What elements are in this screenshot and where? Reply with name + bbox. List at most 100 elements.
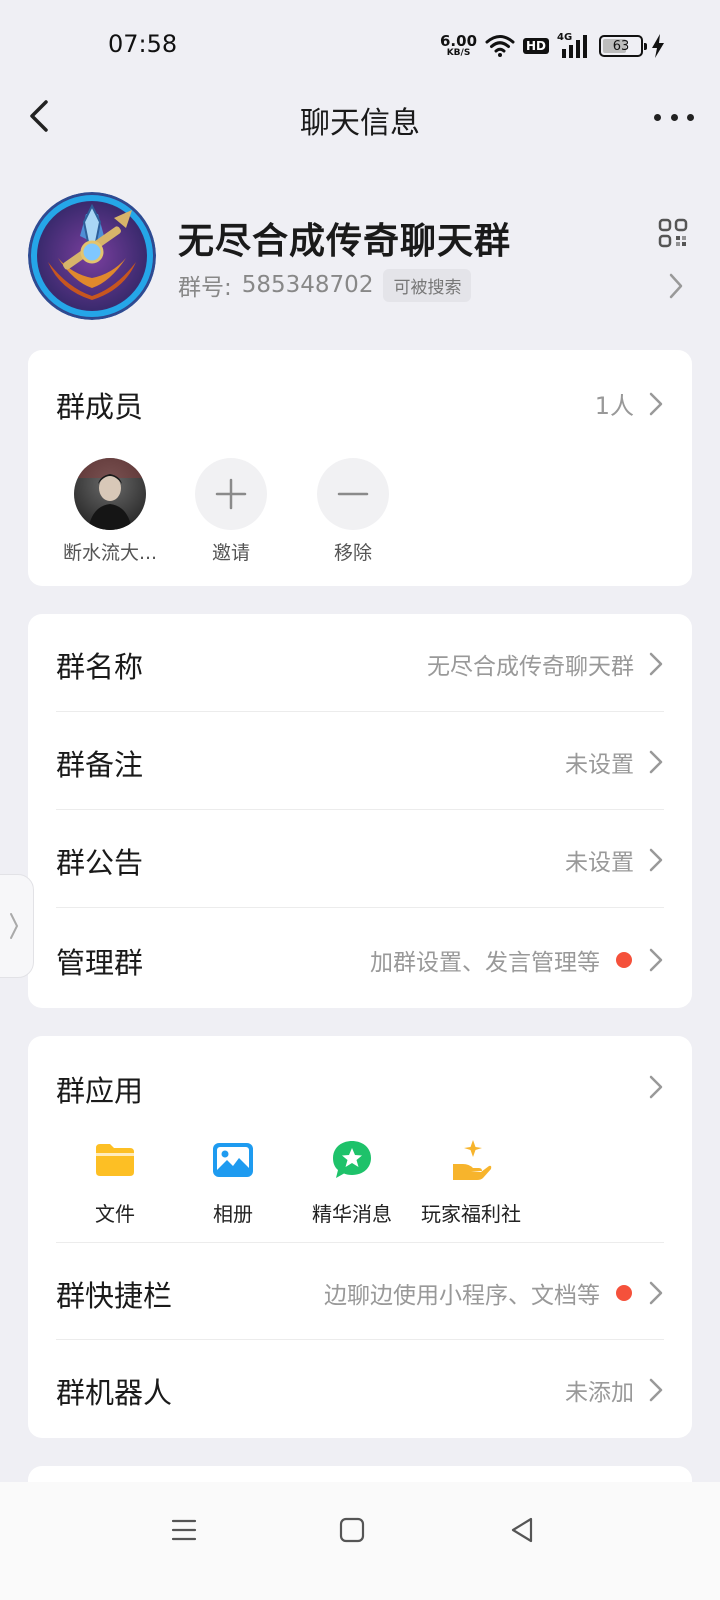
row-value: 加群设置、发言管理等 bbox=[370, 943, 664, 977]
row-label: 群快捷栏 bbox=[56, 1279, 173, 1313]
invite-circle bbox=[195, 458, 267, 530]
triangle-back-icon bbox=[511, 1517, 533, 1543]
back-nav-button[interactable] bbox=[498, 1510, 546, 1550]
page-title: 聊天信息 bbox=[300, 106, 420, 141]
apps-title: 群应用 bbox=[56, 1074, 144, 1108]
more-dot bbox=[654, 113, 661, 121]
minus-icon bbox=[337, 492, 369, 496]
member-count: 1人 bbox=[594, 392, 634, 420]
side-drawer-handle[interactable] bbox=[0, 874, 34, 978]
row-value-text: 无尽合成传奇聊天群 bbox=[427, 654, 634, 680]
row-label: 群备注 bbox=[56, 748, 144, 782]
row-label: 群机器人 bbox=[56, 1376, 173, 1410]
group-profile-header[interactable]: 无尽合成传奇聊天群 群号: 585348702 可被搜索 bbox=[28, 192, 692, 320]
system-nav-bar bbox=[0, 1482, 720, 1600]
members-title: 群成员 bbox=[56, 390, 144, 424]
member-avatar bbox=[74, 458, 146, 530]
row-value: 未设置 bbox=[565, 843, 664, 877]
row-value: 未添加 bbox=[565, 1373, 664, 1407]
home-button[interactable] bbox=[328, 1510, 376, 1550]
row-manage-group[interactable]: 管理群 加群设置、发言管理等 bbox=[56, 910, 664, 1008]
row-value: 边聊边使用小程序、文档等 bbox=[324, 1276, 664, 1310]
app-highlights[interactable]: 精华消息 bbox=[287, 1138, 417, 1227]
wifi-icon bbox=[485, 35, 515, 57]
status-time: 07:58 bbox=[108, 30, 178, 58]
row-value-text: 未设置 bbox=[565, 752, 634, 778]
signal-4g-icon: 4G bbox=[557, 32, 591, 58]
menu-button[interactable] bbox=[160, 1510, 208, 1550]
row-group-bot[interactable]: 群机器人 未添加 bbox=[56, 1340, 664, 1438]
member-item[interactable]: 断水流大... bbox=[50, 458, 170, 565]
app-label: 精华消息 bbox=[312, 1202, 392, 1226]
group-name: 无尽合成传奇聊天群 bbox=[178, 221, 512, 262]
chevron-right-icon bbox=[649, 848, 663, 872]
app-label: 文件 bbox=[95, 1202, 135, 1226]
member-count-link[interactable]: 1人 bbox=[595, 386, 664, 421]
row-value-text: 边聊边使用小程序、文档等 bbox=[324, 1283, 600, 1309]
group-settings-card: 群名称 无尽合成传奇聊天群 群备注 未设置 群公告 未设置 管理群 加群设置、发… bbox=[28, 614, 692, 1008]
searchable-badge: 可被搜索 bbox=[383, 268, 472, 302]
chevron-right-icon bbox=[649, 1281, 663, 1305]
group-id-value: 585348702 bbox=[241, 272, 374, 298]
row-label: 群名称 bbox=[56, 650, 144, 684]
hd-badge: HD bbox=[523, 38, 550, 54]
group-id-label: 群号: bbox=[178, 275, 232, 301]
row-group-name[interactable]: 群名称 无尽合成传奇聊天群 bbox=[56, 614, 664, 712]
group-avatar[interactable] bbox=[28, 192, 156, 320]
chevron-right-icon[interactable] bbox=[648, 1074, 664, 1100]
red-dot-badge bbox=[616, 952, 632, 968]
remove-button[interactable]: 移除 bbox=[293, 458, 413, 565]
row-value-text: 未添加 bbox=[565, 1380, 634, 1406]
nav-header: 聊天信息 bbox=[0, 86, 720, 150]
row-value-text: 加群设置、发言管理等 bbox=[370, 950, 600, 976]
plus-icon bbox=[215, 478, 247, 510]
member-name: 断水流大... bbox=[62, 542, 158, 564]
qr-code-button[interactable] bbox=[658, 218, 688, 248]
charging-bolt-icon bbox=[652, 34, 665, 58]
status-icons: 6.00 KB/S HD 4G 63 bbox=[440, 30, 665, 62]
red-dot-badge bbox=[616, 1285, 632, 1301]
qr-code-icon bbox=[658, 218, 688, 248]
row-label: 管理群 bbox=[56, 946, 144, 980]
chevron-right-icon bbox=[649, 750, 663, 774]
chevron-right-icon bbox=[10, 913, 19, 939]
remove-circle bbox=[317, 458, 389, 530]
app-files[interactable]: 文件 bbox=[50, 1138, 180, 1227]
menu-icon bbox=[171, 1519, 197, 1541]
star-chat-icon bbox=[333, 1141, 371, 1178]
folder-icon bbox=[96, 1144, 134, 1176]
invite-button[interactable]: 邀请 bbox=[171, 458, 291, 565]
invite-label: 邀请 bbox=[211, 542, 250, 564]
row-group-announcement[interactable]: 群公告 未设置 bbox=[56, 810, 664, 908]
row-quick-bar[interactable]: 群快捷栏 边聊边使用小程序、文档等 bbox=[56, 1242, 664, 1340]
photo-icon bbox=[213, 1143, 253, 1177]
battery-level: 63 bbox=[612, 38, 630, 54]
group-id-row: 群号: 585348702 可被搜索 bbox=[178, 268, 472, 302]
network-speed-value: 6.00 bbox=[440, 32, 478, 50]
row-value: 无尽合成传奇聊天群 bbox=[427, 647, 664, 681]
more-button[interactable] bbox=[654, 100, 694, 134]
row-label: 群公告 bbox=[56, 846, 144, 880]
row-value-text: 未设置 bbox=[565, 850, 634, 876]
network-speed: 6.00 KB/S bbox=[440, 34, 477, 58]
gift-hand-icon bbox=[453, 1140, 492, 1180]
app-player-welfare[interactable]: 玩家福利社 bbox=[406, 1138, 536, 1227]
battery-icon: 63 bbox=[599, 35, 648, 57]
remove-label: 移除 bbox=[333, 542, 372, 564]
status-bar: 07:58 6.00 KB/S HD 4G 63 bbox=[0, 0, 720, 90]
app-album[interactable]: 相册 bbox=[168, 1138, 298, 1227]
chevron-right-icon bbox=[649, 1378, 663, 1402]
row-group-remark[interactable]: 群备注 未设置 bbox=[56, 712, 664, 810]
group-members-card: 群成员 1人 断水流大... 邀请 移除 bbox=[28, 350, 692, 586]
chevron-right-icon bbox=[649, 652, 663, 676]
more-dot bbox=[687, 113, 694, 121]
row-value: 未设置 bbox=[565, 745, 664, 779]
group-apps-card: 群应用 文件 相册 精华消息 玩家福利社 群快捷栏 边聊边使用小程序、文档等 群… bbox=[28, 1036, 692, 1438]
app-label: 相册 bbox=[213, 1202, 253, 1226]
chevron-right-icon bbox=[649, 948, 663, 972]
network-speed-unit: KB/S bbox=[446, 48, 471, 58]
square-icon bbox=[339, 1517, 365, 1543]
more-dot bbox=[670, 113, 678, 121]
chevron-right-icon bbox=[669, 273, 683, 299]
app-label: 玩家福利社 bbox=[421, 1202, 521, 1226]
